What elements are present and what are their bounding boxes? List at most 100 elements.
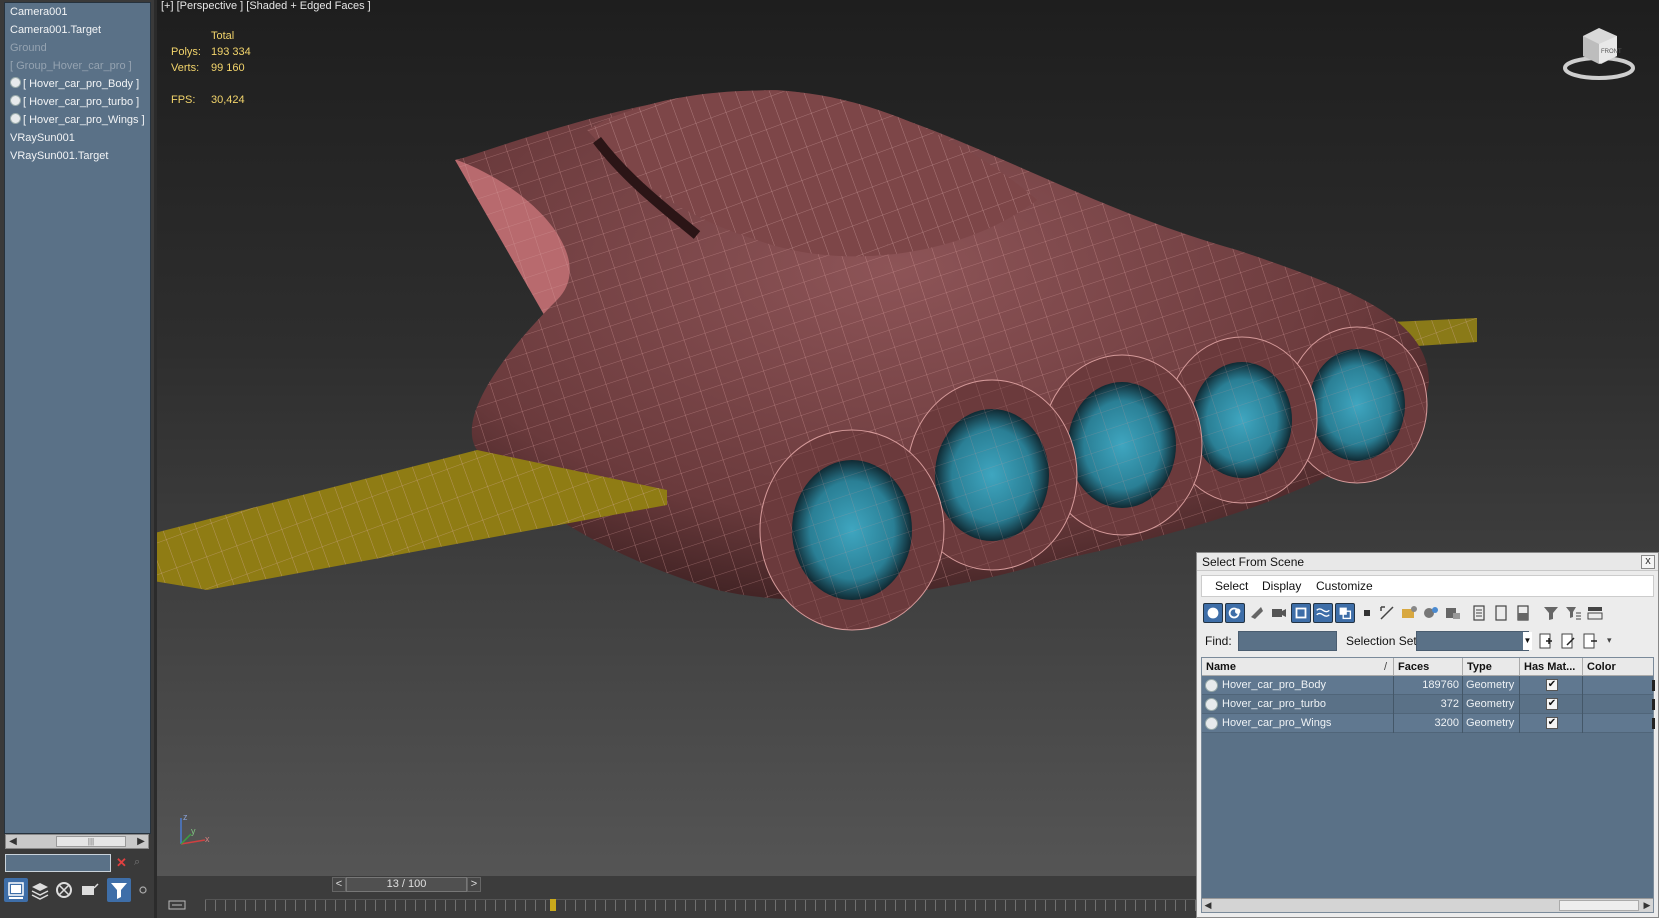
selection-set-input[interactable]: [1416, 631, 1529, 651]
row-has-material: ✔: [1520, 695, 1583, 714]
has-material-checkbox[interactable]: ✔: [1546, 698, 1558, 710]
display-geometry-icon[interactable]: [1203, 603, 1223, 623]
color-swatch[interactable]: [1652, 680, 1655, 691]
display-cameras-icon[interactable]: [1269, 603, 1289, 623]
menu-display[interactable]: Display: [1262, 579, 1301, 593]
layers-icon[interactable]: [28, 878, 52, 902]
scroll-right-icon[interactable]: ▶: [134, 835, 148, 848]
scrollbar-thumb[interactable]: [1559, 900, 1639, 911]
explorer-item-vraysun[interactable]: VRaySun001: [5, 129, 150, 147]
scrollbar-thumb[interactable]: |||: [56, 836, 126, 847]
find-label: Find:: [1205, 634, 1232, 648]
explorer-item-label: [ Hover_car_pro_Wings ]: [23, 114, 145, 126]
explorer-item-group[interactable]: [ Group_Hover_car_pro ]: [5, 57, 150, 75]
sphere-icon: [10, 77, 21, 88]
track-bar-toggle-icon[interactable]: [167, 898, 189, 912]
time-slider-thumb[interactable]: 13 / 100: [346, 877, 467, 892]
table-row[interactable]: Hover_car_pro_Body 189760 Geometry ✔: [1202, 676, 1655, 695]
scroll-right-icon[interactable]: ▶: [1641, 899, 1653, 912]
color-swatch[interactable]: [1652, 718, 1655, 729]
select-objects-icon[interactable]: [4, 878, 28, 902]
filter-icon[interactable]: [107, 878, 131, 902]
dialog-title: Select From Scene: [1202, 555, 1305, 569]
display-spacewarps-icon[interactable]: [1313, 603, 1333, 623]
menu-customize[interactable]: Customize: [1316, 579, 1373, 593]
display-bones-icon[interactable]: [1377, 603, 1397, 623]
extra-options-icon[interactable]: [131, 878, 147, 902]
display-containers-icon[interactable]: [1399, 603, 1419, 623]
next-frame-button[interactable]: >: [467, 877, 481, 892]
previous-frame-button[interactable]: <: [332, 877, 346, 892]
find-row: Find: Selection Set: ▼ ▾: [1201, 629, 1654, 653]
row-type: Geometry: [1463, 676, 1520, 695]
viewport-label[interactable]: [+] [Perspective ] [Shaded + Edged Faces…: [161, 0, 371, 12]
has-material-checkbox[interactable]: ✔: [1546, 717, 1558, 729]
row-name: Hover_car_pro_Wings: [1202, 714, 1394, 733]
column-faces[interactable]: Faces: [1394, 658, 1463, 676]
explorer-item-turbo[interactable]: [ Hover_car_pro_turbo ]: [5, 93, 150, 111]
scroll-left-icon[interactable]: ◀: [1202, 899, 1214, 912]
display-lights-icon[interactable]: [1247, 603, 1267, 623]
explorer-item-label: Camera001: [10, 6, 68, 18]
clear-search-icon[interactable]: ✕: [116, 855, 127, 871]
stats-header: Total: [211, 30, 235, 42]
polys-label: Polys:: [171, 46, 201, 58]
sort-icon[interactable]: [77, 878, 101, 902]
options-dropdown-icon[interactable]: ▾: [1607, 635, 1612, 646]
remove-selection-set-icon[interactable]: [1580, 631, 1600, 651]
explorer-item-label: VRaySun001: [10, 132, 75, 144]
time-slider[interactable]: < 13 / 100 >: [332, 876, 482, 892]
display-helpers-icon[interactable]: [1291, 603, 1311, 623]
display-xrefs-icon[interactable]: [1357, 603, 1377, 623]
color-swatch[interactable]: [1652, 699, 1655, 710]
display-icon[interactable]: [52, 878, 76, 902]
explorer-item-label: [ Hover_car_pro_Body ]: [23, 78, 140, 90]
explorer-horizontal-scrollbar[interactable]: ◀ ||| ▶: [5, 834, 149, 849]
display-none-icon[interactable]: [1491, 603, 1511, 623]
display-groups-icon[interactable]: [1335, 603, 1355, 623]
scroll-left-icon[interactable]: ◀: [6, 835, 20, 848]
explorer-item-body[interactable]: [ Hover_car_pro_Body ]: [5, 75, 150, 93]
display-hidden-icon[interactable]: [1443, 603, 1463, 623]
filter-list-icon[interactable]: [1563, 603, 1583, 623]
dialog-title-bar[interactable]: Select From Scene x: [1197, 553, 1658, 571]
explorer-item-label: Ground: [10, 42, 47, 54]
table-horizontal-scrollbar[interactable]: ◀ ▶: [1202, 898, 1653, 912]
display-shapes-icon[interactable]: [1225, 603, 1245, 623]
current-frame-marker[interactable]: [550, 899, 556, 911]
row-color: [1583, 676, 1655, 695]
close-button[interactable]: x: [1641, 555, 1655, 569]
column-type[interactable]: Type: [1463, 658, 1520, 676]
explorer-search-input[interactable]: [5, 854, 111, 872]
find-icon[interactable]: ⌕: [134, 856, 140, 869]
display-all-icon[interactable]: [1469, 603, 1489, 623]
table-row[interactable]: Hover_car_pro_turbo 372 Geometry ✔: [1202, 695, 1655, 714]
scene-explorer: Camera001 Camera001.Target Ground [ Grou…: [0, 0, 154, 918]
row-faces: 372: [1394, 695, 1463, 714]
row-faces: 3200: [1394, 714, 1463, 733]
viewcube[interactable]: FRONT: [1561, 24, 1637, 84]
hierarchy-icon[interactable]: [1585, 603, 1605, 623]
explorer-item-ground[interactable]: Ground: [5, 39, 150, 57]
explorer-item-wings[interactable]: [ Hover_car_pro_Wings ]: [5, 111, 150, 129]
menu-select[interactable]: Select: [1215, 579, 1248, 593]
chevron-down-icon[interactable]: ▼: [1523, 632, 1532, 650]
scene-object-list[interactable]: Camera001 Camera001.Target Ground [ Grou…: [4, 2, 151, 834]
explorer-item-vraysun-target[interactable]: VRaySun001.Target: [5, 147, 150, 165]
create-selection-set-icon[interactable]: [1536, 631, 1556, 651]
invert-display-icon[interactable]: [1513, 603, 1533, 623]
explorer-item-camera-target[interactable]: Camera001.Target: [5, 21, 150, 39]
display-frozen-icon[interactable]: [1421, 603, 1441, 623]
has-material-checkbox[interactable]: ✔: [1546, 679, 1558, 691]
column-has-material[interactable]: Has Mat...: [1520, 658, 1583, 676]
column-name[interactable]: Name /: [1202, 658, 1394, 676]
column-color[interactable]: Color: [1583, 658, 1655, 676]
table-row[interactable]: Hover_car_pro_Wings 3200 Geometry ✔: [1202, 714, 1655, 733]
selection-set-label: Selection Set:: [1346, 634, 1421, 648]
axis-tripod: z x y: [180, 812, 210, 845]
explorer-item-camera[interactable]: Camera001: [5, 3, 150, 21]
sphere-icon: [10, 95, 21, 106]
filter-icon[interactable]: [1541, 603, 1561, 623]
find-input[interactable]: [1238, 631, 1337, 651]
edit-selection-set-icon[interactable]: [1558, 631, 1578, 651]
